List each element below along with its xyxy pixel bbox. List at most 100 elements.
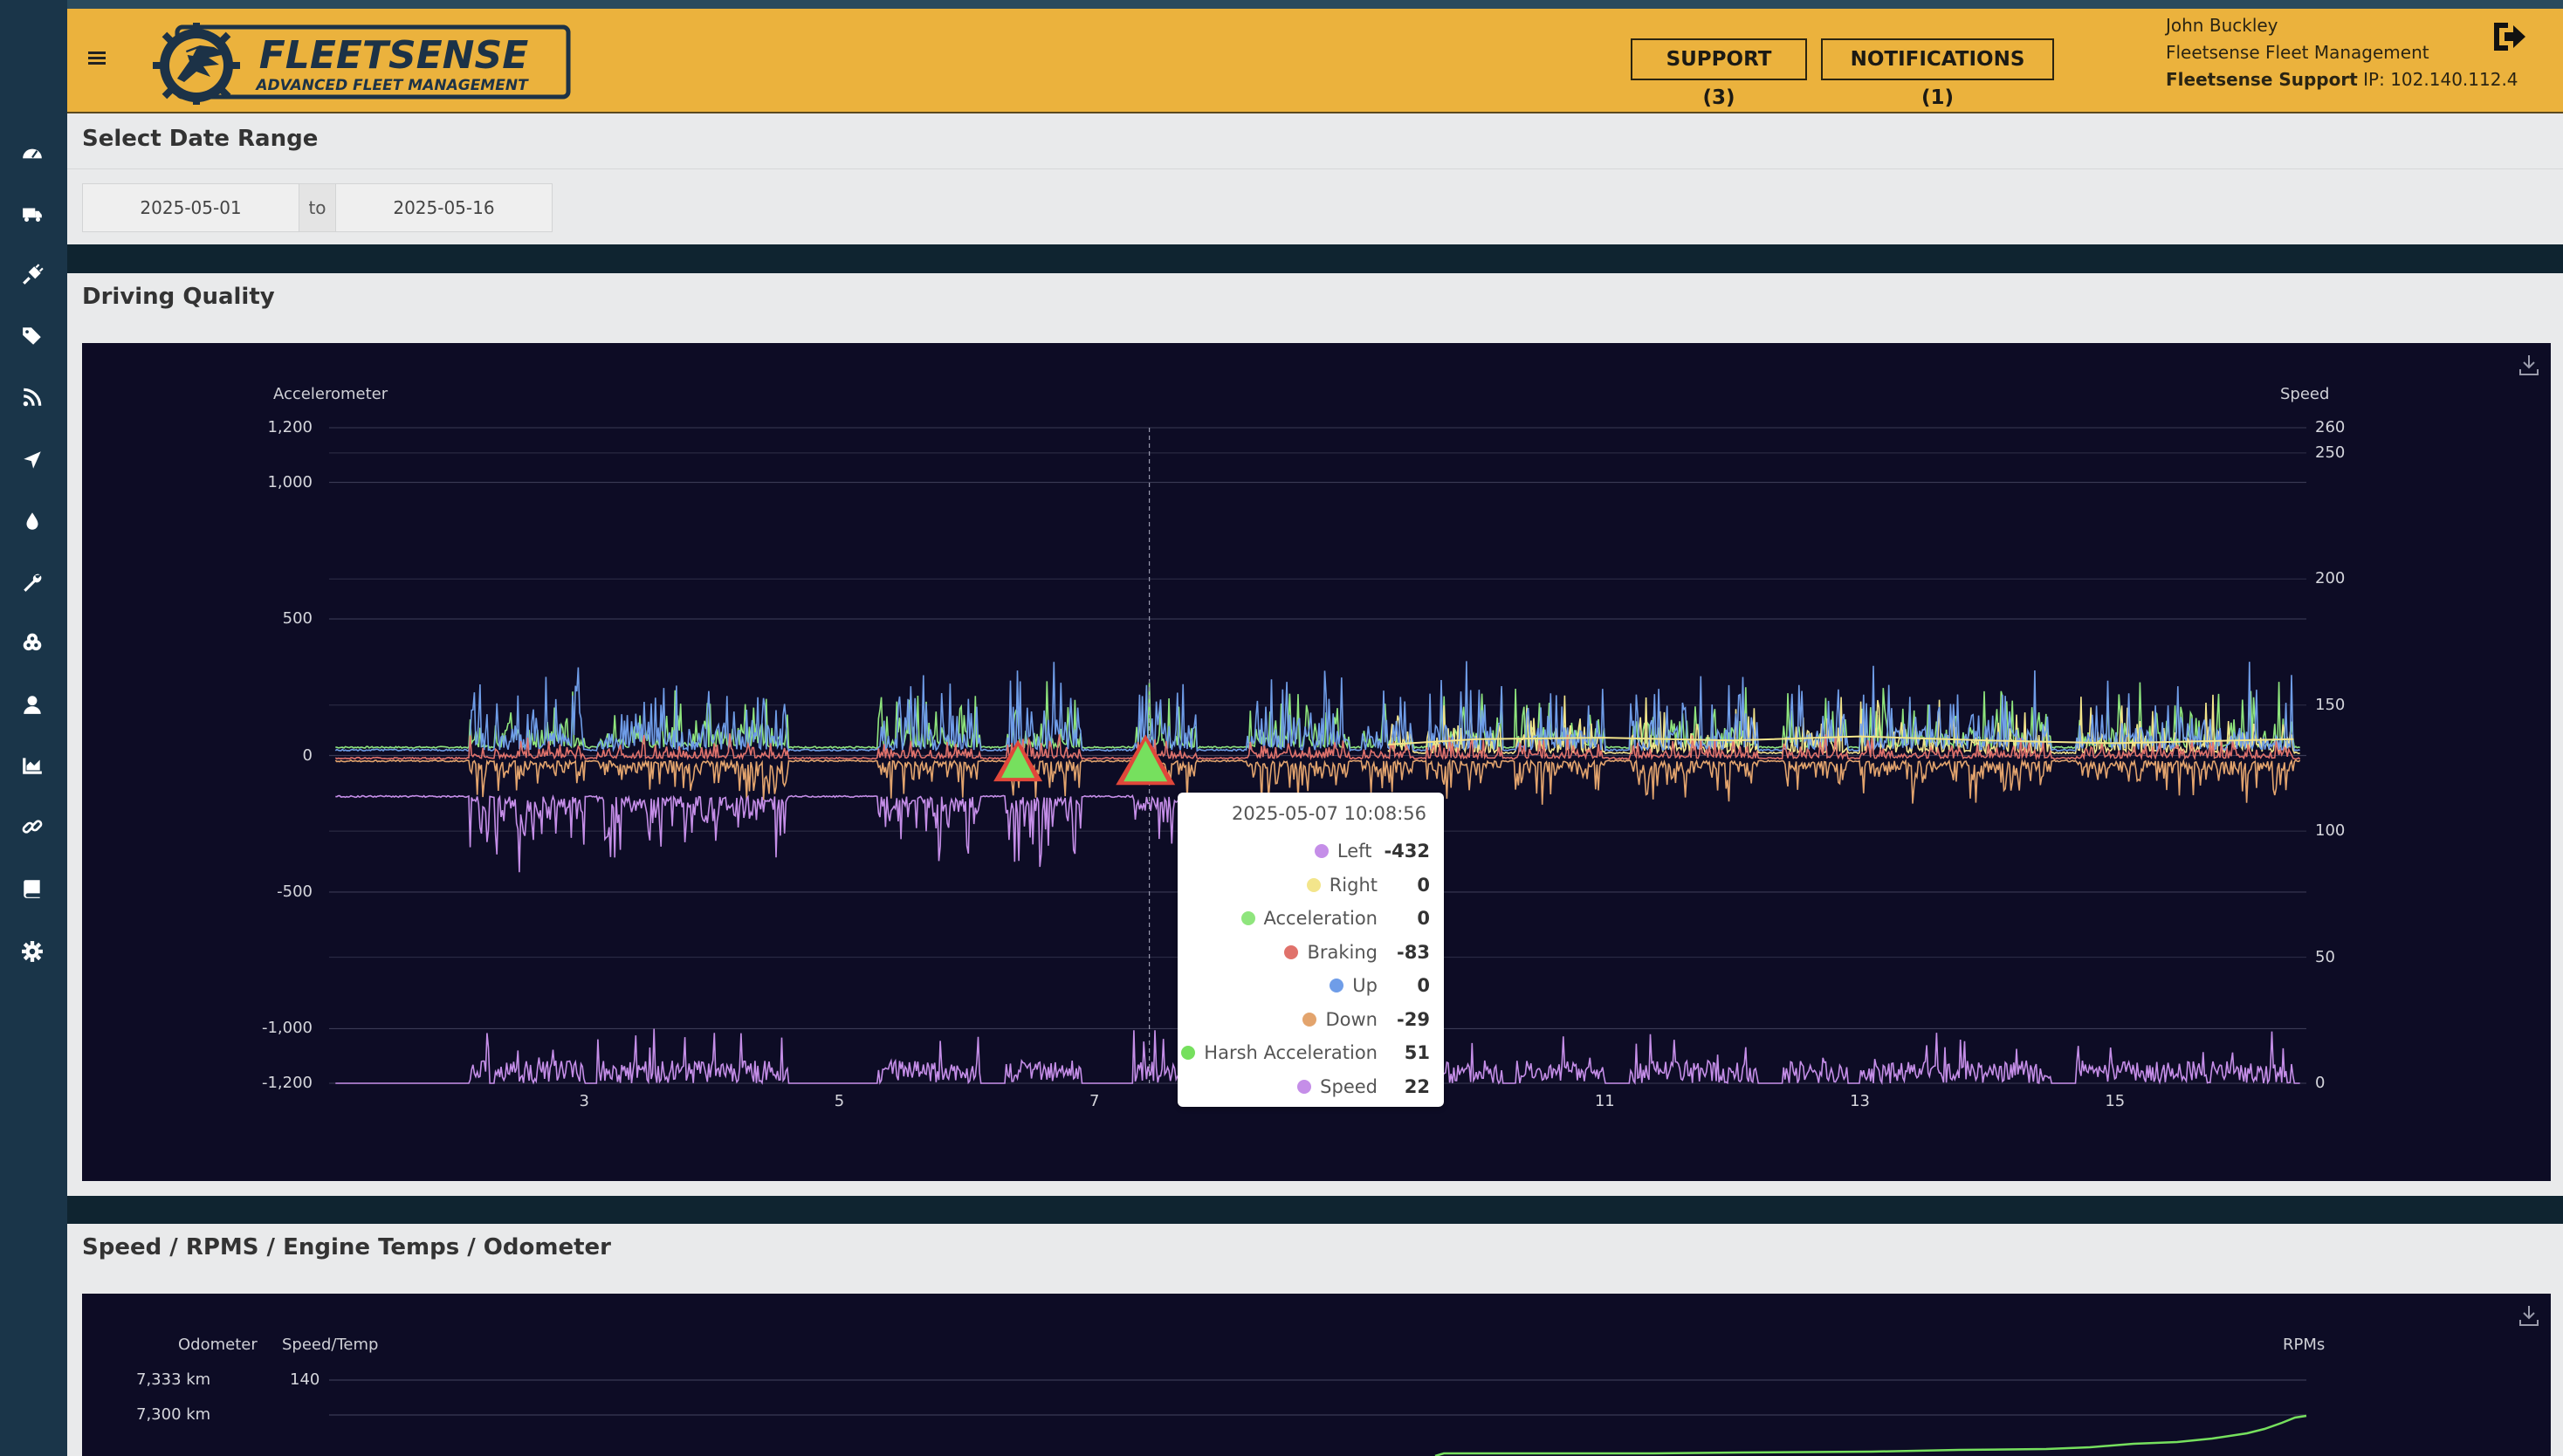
y-left-axis-title: Accelerometer <box>273 385 388 403</box>
legend-dot <box>1284 944 1299 959</box>
rpm-axis-title: RPMs <box>2283 1336 2326 1354</box>
svg-text:FLEETSENSE: FLEETSENSE <box>259 33 529 78</box>
date-range-panel: Select Date Range 2025-05-01 to 2025-05-… <box>67 113 2563 244</box>
tooltip-label: Braking <box>1307 941 1378 963</box>
tooltip-row: Left -432 <box>1314 836 1430 866</box>
company-name: Fleetsense Fleet Management <box>2166 42 2429 63</box>
tooltip-label: Left <box>1336 841 1372 862</box>
speed-rpm-plot[interactable] <box>82 1294 2551 1456</box>
sidebar <box>0 0 67 1456</box>
y-right-tick: 200 <box>2315 569 2346 588</box>
legend-dot <box>1302 1012 1317 1027</box>
tooltip-value: 51 <box>1404 1042 1430 1063</box>
plug-icon[interactable] <box>19 262 45 288</box>
logout-icon[interactable] <box>2491 17 2529 56</box>
tooltip-row: Right 0 <box>1306 870 1430 900</box>
x-tick: 11 <box>1594 1092 1615 1110</box>
speed-temp-axis-title: Speed/Temp <box>282 1336 379 1354</box>
tooltip-value: -432 <box>1384 841 1430 862</box>
tooltip-value: -29 <box>1397 1008 1430 1030</box>
tooltip-row: Speed 22 <box>1297 1072 1430 1102</box>
location-arrow-icon[interactable] <box>19 447 45 473</box>
odometer-tick: 7,300 km <box>136 1405 211 1424</box>
x-tick: 15 <box>2105 1092 2126 1110</box>
tooltip-value: 0 <box>1417 908 1430 929</box>
fleetsense-logo[interactable]: FLEETSENSE ADVANCED FLEET MANAGEMENT <box>135 17 572 108</box>
chart-tooltip: 2025-05-07 10:08:56 Left -432 Right 0 Accele… <box>1178 793 1444 1107</box>
hamburger-menu-icon[interactable] <box>85 45 111 72</box>
y-right-tick: 50 <box>2315 947 2335 966</box>
tooltip-label: Acceleration <box>1263 908 1378 929</box>
top-bar: FLEETSENSE ADVANCED FLEET MANAGEMENT SUP… <box>67 0 2563 113</box>
tags-icon[interactable] <box>19 323 45 349</box>
svg-text:ADVANCED FLEET MANAGEMENT: ADVANCED FLEET MANAGEMENT <box>254 77 529 94</box>
speed-tick: 140 <box>290 1370 320 1389</box>
gear-icon[interactable] <box>19 938 45 965</box>
tooltip-row: Harsh Acceleration 51 <box>1181 1038 1430 1068</box>
tooltip-label: Down <box>1325 1008 1378 1030</box>
speed-rpm-panel: Speed / RPMS / Engine Temps / Odometer O… <box>67 1224 2563 1456</box>
tires-icon[interactable] <box>19 630 45 656</box>
legend-dot <box>1314 844 1329 858</box>
y-right-tick: 0 <box>2315 1074 2326 1092</box>
legend-dot <box>1330 979 1344 992</box>
date-to-input[interactable]: 2025-05-16 <box>335 184 552 231</box>
driving-quality-chart[interactable]: Accelerometer Speed 1,200 1,000 500 0 -500 -1… <box>82 343 2551 1181</box>
user-info: John Buckley Fleetsense Fleet Management… <box>2166 12 2518 93</box>
notifications-button[interactable]: NOTIFICATIONS (1) <box>1821 38 2054 109</box>
y-right-tick: 150 <box>2315 695 2346 714</box>
tooltip-row: Braking -83 <box>1284 937 1430 967</box>
industry-chart-icon[interactable] <box>19 752 45 779</box>
driving-quality-panel: Driving Quality Accelerometer Speed 1,20… <box>67 273 2563 1196</box>
link-icon[interactable] <box>19 814 45 840</box>
x-tick: 5 <box>834 1092 845 1110</box>
odometer-line <box>1434 1414 2307 1456</box>
y-right-axis-title: Speed <box>2280 385 2330 403</box>
y-left-tick: -1,000 <box>261 1019 313 1038</box>
legend-dot <box>1297 1079 1312 1094</box>
truck-icon[interactable] <box>19 201 45 227</box>
dashboard-icon[interactable] <box>19 141 45 167</box>
date-from-input[interactable]: 2025-05-01 <box>83 184 299 231</box>
y-right-tick: 250 <box>2315 443 2346 462</box>
y-left-tick: 500 <box>282 609 313 628</box>
tooltip-timestamp: 2025-05-07 10:08:56 <box>1231 803 1426 824</box>
y-left-tick: -500 <box>277 882 313 901</box>
tooltip-value: -83 <box>1397 941 1430 963</box>
y-right-tick: 100 <box>2315 821 2346 841</box>
divider <box>67 168 2563 169</box>
download-icon[interactable] <box>2516 1302 2542 1329</box>
date-range-title: Select Date Range <box>82 126 319 152</box>
y-left-tick: 1,000 <box>267 472 313 491</box>
book-icon[interactable] <box>19 876 45 902</box>
support-name: Fleetsense Support <box>2166 69 2358 90</box>
x-tick: 13 <box>1850 1092 1870 1110</box>
rss-icon[interactable] <box>19 384 45 410</box>
date-separator: to <box>299 184 336 231</box>
odometer-axis-title: Odometer <box>178 1336 258 1354</box>
user-icon[interactable] <box>19 691 45 718</box>
speed-rpm-title: Speed / RPMS / Engine Temps / Odometer <box>82 1234 611 1260</box>
tooltip-row: Down -29 <box>1302 1005 1430 1034</box>
date-range-picker: 2025-05-01 to 2025-05-16 <box>82 183 553 232</box>
x-tick: 7 <box>1089 1092 1100 1110</box>
y-left-tick: 1,200 <box>267 418 313 436</box>
speed-rpm-chart[interactable]: Odometer Speed/Temp RPMs 7,333 km 7,300 … <box>82 1294 2551 1456</box>
fuel-drop-icon[interactable] <box>19 508 45 534</box>
tooltip-row: Up 0 <box>1330 971 1430 1000</box>
download-icon[interactable] <box>2516 352 2542 378</box>
legend-dot <box>1306 877 1321 892</box>
tooltip-label: Harsh Acceleration <box>1204 1042 1378 1063</box>
legend-dot <box>1181 1046 1196 1060</box>
tooltip-value: 0 <box>1417 874 1430 896</box>
tooltip-value: 0 <box>1417 975 1430 996</box>
wrench-icon[interactable] <box>19 569 45 595</box>
support-button[interactable]: SUPPORT (3) <box>1631 38 1807 109</box>
odometer-tick: 7,333 km <box>136 1370 211 1389</box>
tooltip-label: Up <box>1352 975 1378 996</box>
user-name: John Buckley <box>2166 15 2278 36</box>
tooltip-row: Acceleration 0 <box>1240 903 1430 933</box>
tooltip-value: 22 <box>1404 1075 1430 1097</box>
legend-dot <box>1240 911 1255 925</box>
support-ip-line: Fleetsense Support IP: 102.140.112.4 <box>2166 66 2518 93</box>
